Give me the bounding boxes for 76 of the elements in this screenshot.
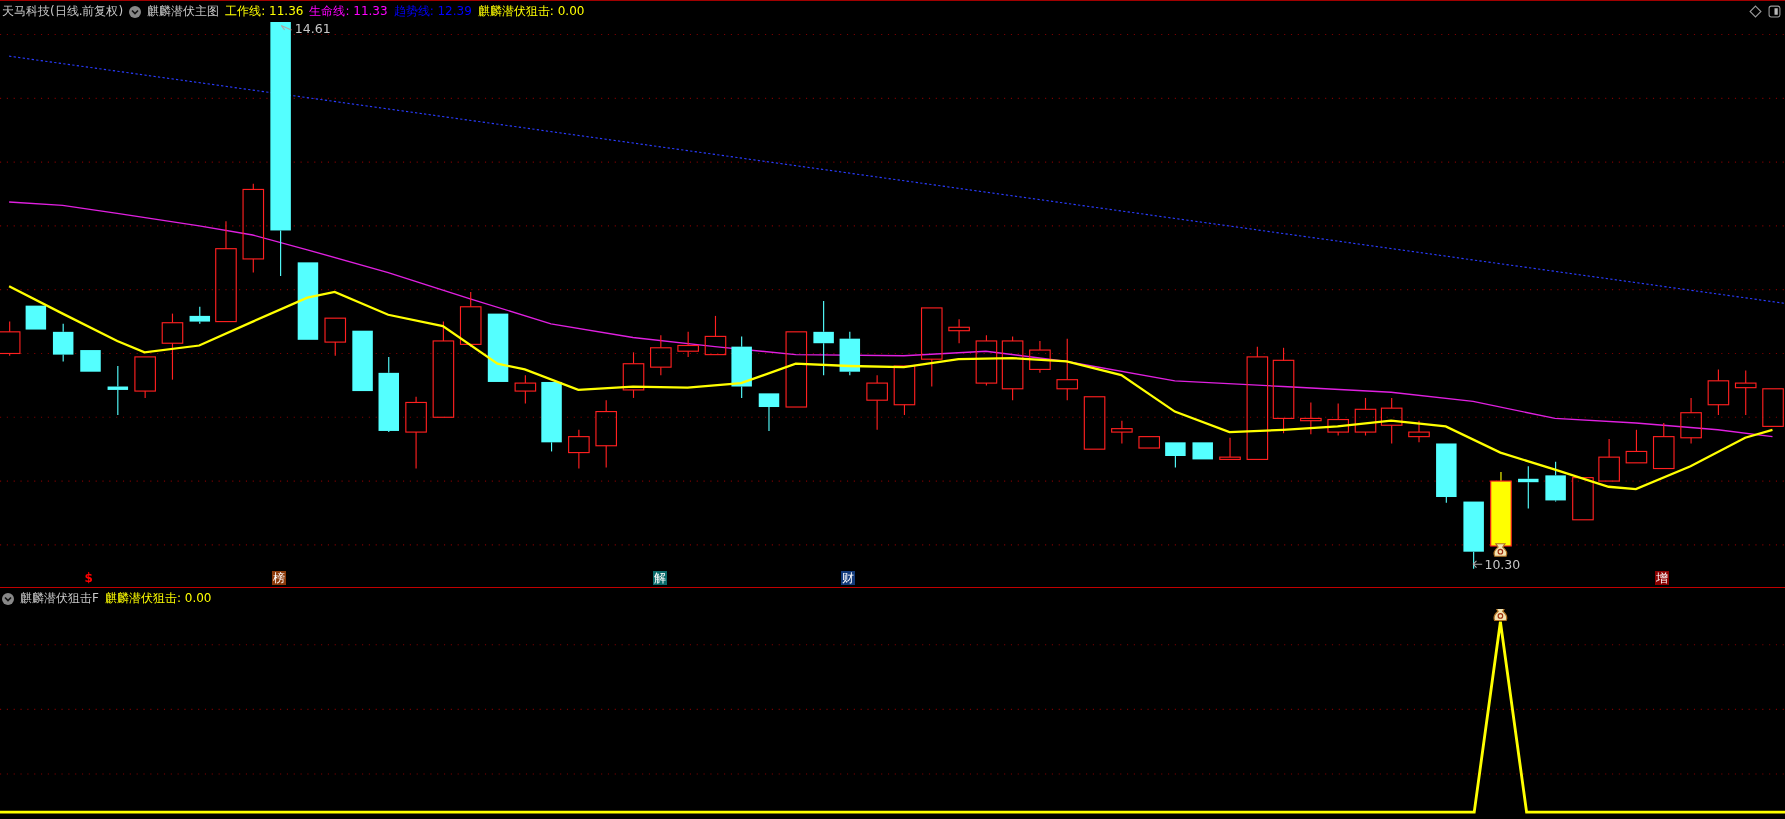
candlestick bbox=[80, 349, 101, 373]
signal-tag: 增 bbox=[1655, 571, 1670, 585]
indicator-name: 麒麟潜伏狙击F bbox=[20, 590, 99, 607]
candlestick bbox=[514, 374, 537, 405]
signal-tag: 财 bbox=[841, 571, 856, 585]
candlestick bbox=[622, 351, 645, 399]
candlestick bbox=[1734, 370, 1757, 416]
candlestick bbox=[541, 381, 562, 452]
candlestick bbox=[161, 313, 184, 381]
candlestick bbox=[1192, 441, 1213, 460]
candlestick bbox=[650, 334, 672, 376]
indicator-reading: 生命线: 11.33 bbox=[309, 3, 388, 20]
candlestick bbox=[1327, 403, 1349, 437]
candlestick bbox=[107, 365, 129, 416]
candlestick bbox=[568, 429, 590, 470]
signal-tag: 榜 bbox=[271, 571, 286, 585]
indicator-reading: 麒麟潜伏狙击: 0.00 bbox=[104, 590, 212, 607]
indicator-reading: 趋势线: 12.39 bbox=[393, 3, 472, 20]
candlestick bbox=[1165, 441, 1186, 468]
candlestick bbox=[839, 331, 861, 376]
candlestick bbox=[1083, 396, 1106, 450]
candlestick bbox=[1598, 438, 1620, 482]
candlestick bbox=[459, 291, 482, 348]
arrow-icon bbox=[1472, 560, 1483, 569]
candlestick bbox=[1138, 436, 1160, 449]
candlestick bbox=[1300, 401, 1322, 435]
candlestick bbox=[893, 365, 916, 416]
high-price-label: 14.61 bbox=[294, 22, 331, 37]
panel-icon[interactable] bbox=[1768, 5, 1781, 18]
candlestick bbox=[1707, 368, 1730, 416]
candlestick bbox=[1354, 397, 1377, 437]
candlestick bbox=[1001, 335, 1024, 401]
arrow-icon bbox=[280, 24, 292, 31]
candlestick bbox=[595, 399, 617, 468]
candlestick bbox=[731, 335, 752, 399]
money-bag-icon bbox=[1493, 609, 1508, 622]
candlestick bbox=[758, 392, 780, 432]
candlestick bbox=[52, 323, 74, 363]
stock-title: 天马科技(日线.前复权) bbox=[2, 3, 124, 20]
candlestick bbox=[1029, 340, 1051, 374]
candlestick bbox=[134, 356, 156, 399]
candlestick bbox=[1436, 442, 1457, 504]
candlestick bbox=[704, 315, 727, 356]
candlestick bbox=[975, 334, 998, 386]
candlestick bbox=[1652, 422, 1675, 470]
candlestick bbox=[866, 374, 888, 431]
candlestick bbox=[1219, 437, 1241, 460]
indicator-reading: 麒麟潜伏狙击: 0.00 bbox=[477, 3, 585, 20]
candlestick bbox=[1111, 420, 1133, 445]
candlestick bbox=[1572, 477, 1594, 521]
indicator-name: 麒麟潜伏主图 bbox=[147, 3, 220, 20]
candlestick bbox=[948, 318, 970, 344]
indicator-reading: 工作线: 11.36 bbox=[225, 3, 304, 20]
candlestick bbox=[1545, 461, 1566, 503]
candlestick bbox=[1380, 397, 1403, 445]
diamond-icon[interactable] bbox=[1749, 5, 1762, 18]
dropdown-icon[interactable] bbox=[129, 5, 142, 18]
dropdown-icon[interactable] bbox=[2, 592, 14, 605]
signal-tag: 解 bbox=[653, 571, 668, 585]
candlestick bbox=[677, 331, 699, 358]
candlestick bbox=[1056, 338, 1079, 401]
low-price-label: 10.30 bbox=[1484, 556, 1521, 572]
candlestick bbox=[1680, 397, 1702, 445]
candlestick bbox=[324, 317, 347, 357]
candlestick bbox=[1518, 465, 1539, 509]
candlestick bbox=[25, 305, 47, 331]
candlestick bbox=[189, 306, 211, 325]
signal-mark: $ bbox=[83, 571, 94, 585]
candlestick bbox=[1463, 501, 1484, 570]
candlestick bbox=[352, 330, 373, 392]
candlestick bbox=[1762, 388, 1784, 427]
candlestick bbox=[0, 321, 21, 357]
candlestick bbox=[487, 313, 509, 383]
candlestick bbox=[1408, 420, 1430, 443]
candlestick bbox=[1625, 429, 1648, 464]
money-bag-icon bbox=[1493, 543, 1508, 557]
